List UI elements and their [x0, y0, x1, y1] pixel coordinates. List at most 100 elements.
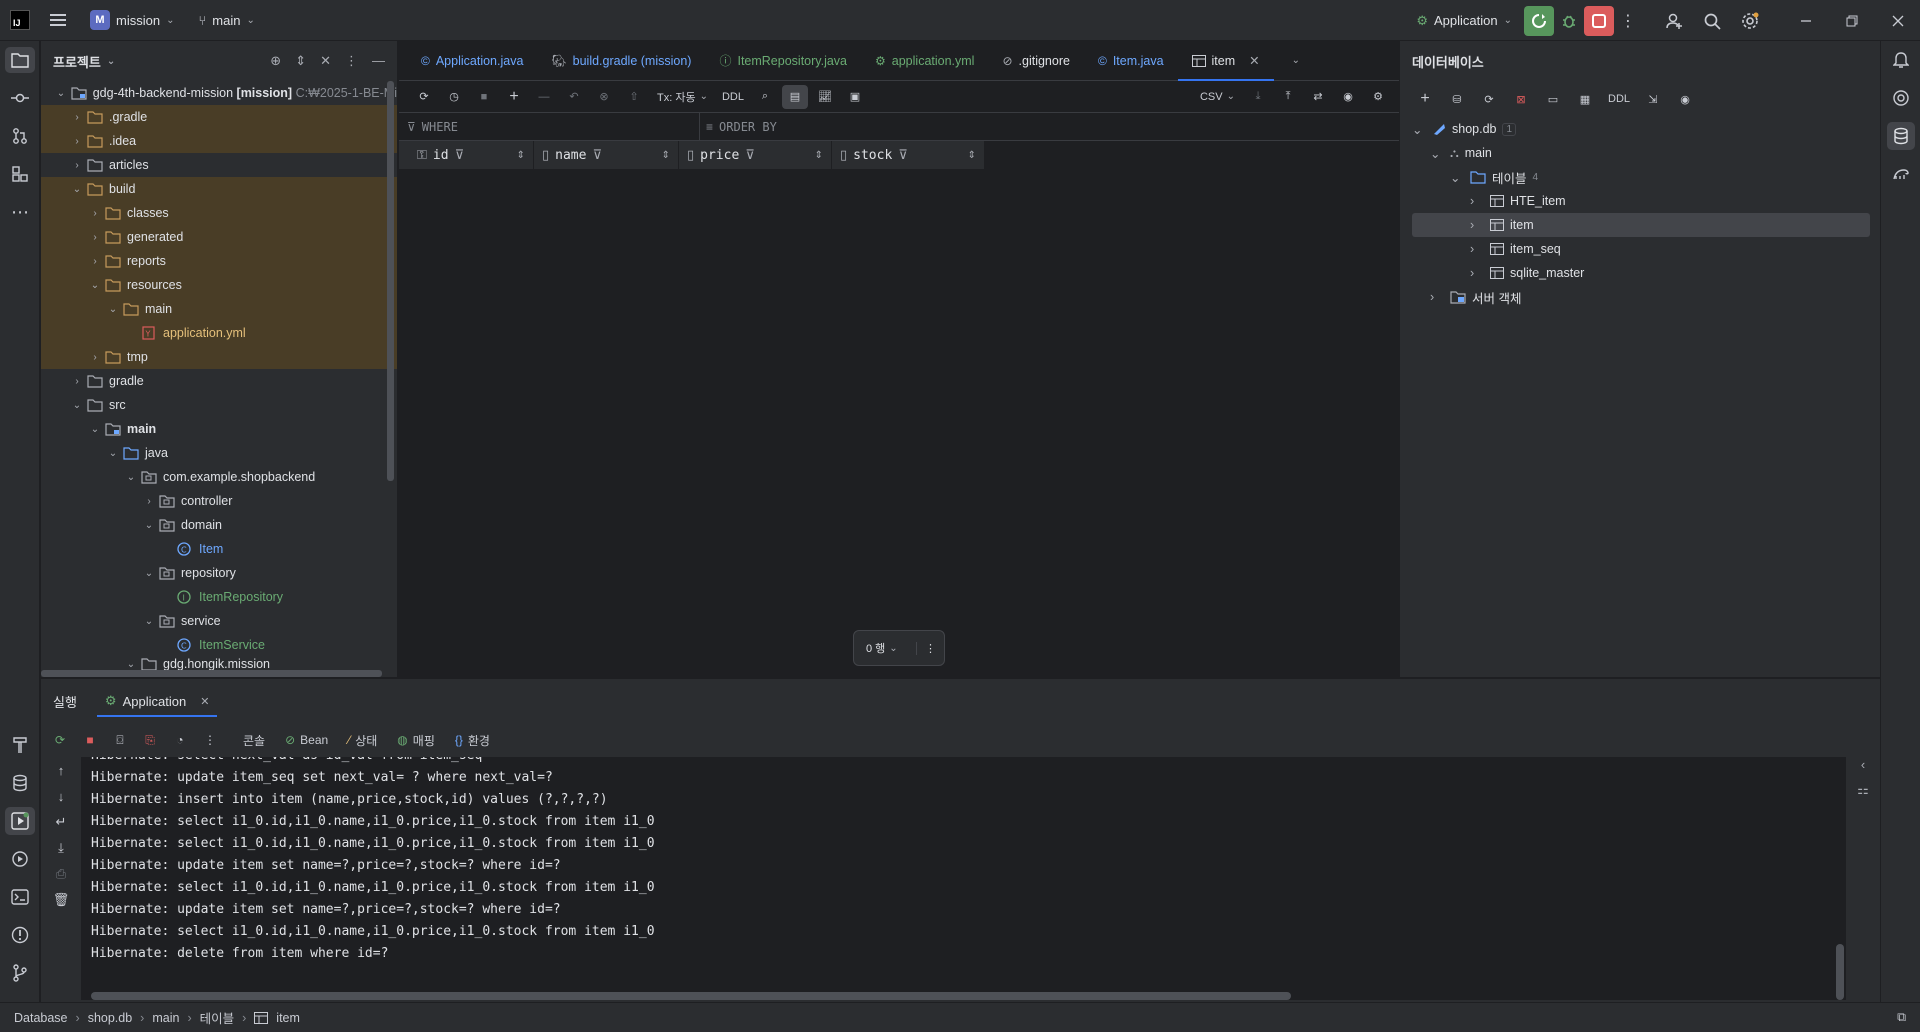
chevron-right-icon[interactable]: › [69, 112, 85, 123]
horizontal-scrollbar[interactable] [41, 670, 382, 677]
tab-mappings[interactable]: ◍ 매핑 [389, 727, 443, 753]
speed-icon[interactable]: ◔ [167, 728, 193, 752]
chevron-down-icon[interactable]: ⌄ [141, 616, 157, 627]
order-by-filter[interactable]: ≡ ORDER BY [699, 113, 777, 140]
search-icon[interactable]: ⌕ [752, 85, 778, 109]
git-tool-button[interactable] [0, 954, 40, 992]
tab-beans[interactable]: ⊘ Bean [277, 727, 336, 753]
more-tools-icon[interactable]: ⋯ [0, 193, 40, 231]
chevron-down-icon[interactable]: ⌄ [141, 568, 157, 579]
breadcrumb-item[interactable]: main [152, 1011, 179, 1025]
pull-requests-tool-button[interactable] [0, 117, 40, 155]
chevron-down-icon[interactable]: ⌄ [87, 424, 103, 435]
view-options-icon[interactable]: ◉ [1672, 87, 1698, 111]
sort-toggle-icon[interactable]: ⇕ [815, 150, 823, 161]
filter-icon[interactable]: ⊽ [592, 147, 602, 163]
chevron-down-icon[interactable]: ⌄ [1412, 122, 1428, 137]
print-icon[interactable]: ⎙ [41, 861, 81, 887]
chevron-down-icon[interactable]: ⌄ [123, 659, 139, 670]
terminal-tool-button[interactable] [0, 878, 40, 916]
chart-icon[interactable]: 📈︎ [812, 85, 838, 109]
tree-root[interactable]: ⌄ gdg-4th-backend-mission [mission] C:₩2… [41, 81, 397, 105]
tab-gitignore[interactable]: ⊘ .gitignore [988, 41, 1084, 80]
settings-gear-icon[interactable] [1736, 7, 1764, 35]
tree-item-idea[interactable]: › .idea [41, 129, 397, 153]
query-console-icon[interactable]: ▭ [1540, 87, 1566, 111]
chevron-right-icon[interactable]: › [69, 376, 85, 387]
tree-item-articles[interactable]: › articles [41, 153, 397, 177]
chevron-right-icon[interactable]: › [87, 352, 103, 363]
tree-item-reports[interactable]: › reports [41, 249, 397, 273]
db-node-main-schema[interactable]: ⌄ ⛬ main [1412, 141, 1880, 165]
db-node-table-selected[interactable]: › item [1412, 213, 1870, 237]
rerun-button[interactable] [1524, 5, 1554, 36]
add-row-icon[interactable]: + [501, 85, 527, 109]
close-tab-icon[interactable]: ✕ [200, 695, 209, 708]
chevron-right-icon[interactable]: › [1470, 242, 1486, 256]
view-icon[interactable]: ◉ [1335, 85, 1361, 109]
export-format-selector[interactable]: CSV ⌄ [1194, 85, 1241, 109]
filter-icon[interactable]: ⊽ [745, 147, 755, 163]
filter-icon[interactable]: ⊽ [455, 147, 465, 163]
ai-assistant-icon[interactable] [1881, 79, 1920, 117]
breadcrumb-item[interactable]: item [276, 1011, 300, 1025]
where-filter[interactable]: ⊽ WHERE [399, 120, 699, 134]
tx-mode-selector[interactable]: Tx: 자동 ⌄ [651, 85, 714, 109]
refresh-icon[interactable]: ⟳ [411, 85, 437, 109]
restore-icon[interactable] [1838, 7, 1866, 35]
column-header-name[interactable]: ▯ name ⊽ ⇕ [534, 141, 679, 169]
db-node-table[interactable]: › HTE_item [1412, 189, 1880, 213]
tree-item-tmp[interactable]: › tmp [41, 345, 397, 369]
collapse-left-icon[interactable]: ‹ [1861, 757, 1865, 772]
tree-item-repository[interactable]: ⌄ repository [41, 561, 397, 585]
db-node-shopdb[interactable]: ⌄ shop.db 1 [1412, 117, 1880, 141]
chevron-right-icon[interactable]: › [1470, 194, 1486, 208]
tree-item-application-yml[interactable]: Yapplication.yml [41, 321, 397, 345]
tree-item-gradle-dir[interactable]: › .gradle [41, 105, 397, 129]
stop-button[interactable] [1584, 5, 1614, 36]
tree-item-domain[interactable]: ⌄ domain [41, 513, 397, 537]
tree-item-itemrepository[interactable]: I ItemRepository [41, 585, 397, 609]
compare-results-icon[interactable]: ⇄ [1305, 85, 1331, 109]
layout-options-icon[interactable]: ⚏ [1857, 782, 1869, 798]
tree-item-generated[interactable]: › generated [41, 225, 397, 249]
chevron-down-icon[interactable]: ⌄ [69, 184, 85, 195]
chevron-right-icon[interactable]: › [1470, 266, 1486, 280]
vertical-scrollbar[interactable] [1836, 944, 1844, 1000]
structure-tool-button[interactable] [0, 155, 40, 193]
compare-icon[interactable]: ⊗ [591, 85, 617, 109]
sort-toggle-icon[interactable]: ⇕ [662, 150, 670, 161]
tree-item-build[interactable]: ⌄ build [41, 177, 397, 201]
ddl-button[interactable]: DDL [718, 85, 748, 109]
locate-file-icon[interactable]: ⊕ [270, 53, 281, 69]
tree-item-item-class[interactable]: C Item [41, 537, 397, 561]
vertical-scrollbar[interactable] [387, 81, 394, 481]
tab-console[interactable]: 콘솔 [235, 727, 273, 753]
chevron-right-icon[interactable]: › [87, 256, 103, 267]
revert-icon[interactable]: ↶ [561, 85, 587, 109]
table-icon[interactable]: ▦ [1572, 87, 1598, 111]
download-icon[interactable]: ⤓ [1245, 85, 1271, 109]
scroll-down-icon[interactable]: ↓ [41, 783, 81, 809]
tree-item-service[interactable]: ⌄ service [41, 609, 397, 633]
stop-icon[interactable]: ■ [77, 728, 103, 752]
breadcrumb-item[interactable]: Database [14, 1011, 68, 1025]
tree-item-controller[interactable]: › controller [41, 489, 397, 513]
tab-build-gradle[interactable]: 🐘︎ build.gradle (mission) [537, 41, 705, 80]
jump-icon[interactable]: ⇲ [1640, 87, 1666, 111]
commit-tool-button[interactable] [0, 79, 40, 117]
tab-itemrepository-java[interactable]: ⓘ ItemRepository.java [705, 41, 861, 80]
tab-application-yml[interactable]: ⚙ application.yml [861, 41, 988, 80]
column-header-id[interactable]: ⚿ id ⊽ ⇕ [399, 141, 534, 169]
debug-button[interactable] [1554, 6, 1584, 36]
project-tool-button[interactable] [0, 41, 40, 79]
filter-icon[interactable]: ⊽ [898, 147, 908, 163]
tab-environment[interactable]: {} 환경 [447, 727, 498, 753]
hide-pane-icon[interactable]: — [372, 53, 385, 69]
lock-icon[interactable]: ⧉ [1897, 1010, 1906, 1025]
tree-item-resources-main[interactable]: ⌄ main [41, 297, 397, 321]
tree-item-classes[interactable]: › classes [41, 201, 397, 225]
chevron-down-icon[interactable]: ⌄ [107, 56, 115, 67]
branch-switcher[interactable]: ⑂ main ⌄ [192, 6, 260, 34]
chevron-down-icon[interactable]: ⌄ [105, 304, 121, 315]
